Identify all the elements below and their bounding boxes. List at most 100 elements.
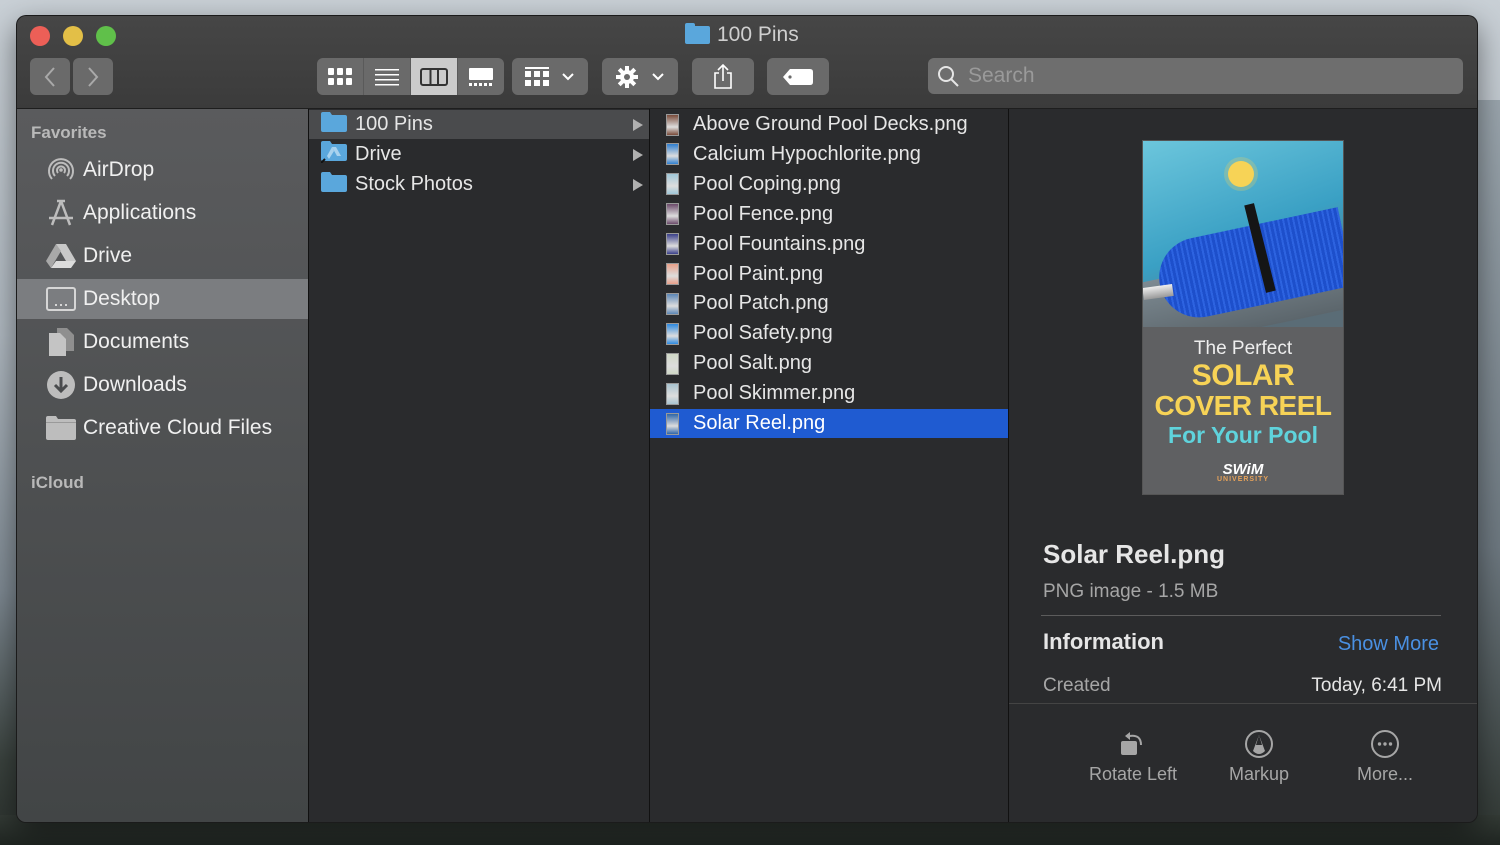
file-column: Above Ground Pool Decks.png Calcium Hypoc… [650,109,1009,822]
file-thumbnail-icon [666,382,679,405]
file-row[interactable]: Pool Safety.png [650,319,1008,348]
file-label: Solar Reel.png [693,412,826,434]
sidebar-item-label: Creative Cloud Files [83,416,273,439]
sidebar-item-downloads[interactable]: Downloads [17,365,308,405]
file-thumbnail-icon [666,233,679,256]
sidebar-item-label: Desktop [83,287,161,310]
list-icon [375,68,399,85]
drive-alias-folder-icon [320,140,347,169]
folder-row-stock-photos[interactable]: Stock Photos [309,170,649,199]
window-title-text: 100 Pins [717,23,799,46]
folder-row-100-pins[interactable]: 100 Pins [309,110,649,139]
tag-icon [783,68,813,85]
search-icon [938,66,959,87]
file-label: Pool Safety.png [693,322,833,345]
back-button[interactable] [30,58,70,95]
search-field[interactable] [928,58,1463,94]
file-thumbnail-icon [666,412,679,435]
gear-icon [616,65,638,88]
titlebar: 100 Pins [17,16,1477,109]
folder-icon [685,23,710,44]
file-row[interactable]: Calcium Hypochlorite.png [650,140,1008,169]
file-thumbnail-icon [666,203,679,226]
swim-university-logo: SWiM UNIVERSITY [1143,461,1343,483]
airdrop-icon [45,154,77,186]
file-row[interactable]: Pool Salt.png [650,349,1008,378]
preview-kind: PNG image - 1.5 MB [1043,581,1219,602]
sidebar-item-documents[interactable]: Documents [17,322,308,362]
file-row[interactable]: Pool Coping.png [650,170,1008,199]
file-row[interactable]: Solar Reel.png [650,409,1008,438]
file-label: Pool Coping.png [693,172,841,195]
file-thumbnail-icon [666,113,679,136]
file-label: Pool Paint.png [693,262,824,285]
file-label: Pool Fence.png [693,202,834,225]
logo-subtext: UNIVERSITY [1216,476,1269,483]
sidebar-item-applications[interactable]: Applications [17,193,308,233]
sidebar-item-drive[interactable]: Drive [17,236,308,276]
chevron-left-icon [44,66,55,87]
window-title: 100 Pins [685,23,799,47]
sidebar-section-favorites: Favorites [31,123,107,142]
action-label: More... [1356,764,1413,784]
more-button[interactable]: More... [1315,724,1455,785]
markup-button[interactable]: Markup [1189,724,1329,785]
more-icon [1370,724,1400,764]
sidebar-item-label: Applications [83,201,197,224]
sidebar-item-airdrop[interactable]: AirDrop [17,150,308,190]
column-view-button[interactable] [411,58,458,95]
preview-image-line1: The Perfect [1193,338,1293,359]
folder-label: 100 Pins [355,113,433,135]
sidebar-item-creative-cloud-files[interactable]: Creative Cloud Files [17,408,308,448]
markup-icon [1244,724,1274,764]
file-thumbnail-icon [666,322,679,345]
file-row[interactable]: Above Ground Pool Decks.png [650,110,1008,139]
search-input[interactable] [966,63,1450,89]
folder-icon [45,412,77,444]
share-button[interactable] [692,58,754,95]
tags-button[interactable] [767,58,829,95]
preview-image-line3: COVER REEL [1154,390,1332,421]
action-label: Rotate Left [1088,764,1178,784]
file-label: Pool Patch.png [693,292,829,315]
list-view-button[interactable] [364,58,411,95]
file-row[interactable]: Pool Paint.png [650,260,1008,289]
file-thumbnail-icon [666,263,679,285]
folder-row-drive[interactable]: Drive [309,140,649,169]
file-label: Pool Skimmer.png [693,382,856,405]
folder-column: 100 Pins Drive Stock Photos [309,109,650,822]
sidebar-item-label: AirDrop [83,158,155,181]
preview-pane: The Perfect SOLAR COVER REEL For Your Po… [1009,109,1477,822]
folder-label: Drive [355,143,402,165]
action-button[interactable] [602,58,678,95]
preview-image-line2: SOLAR [1191,359,1295,392]
file-row[interactable]: Pool Fence.png [650,200,1008,229]
finder-window: 100 Pins Search Favorites AirDrop Applic… [17,16,1477,822]
file-thumbnail-icon [666,173,679,196]
columns-icon [420,67,448,86]
google-drive-icon [45,240,77,272]
applications-icon [45,197,77,229]
file-row[interactable]: Pool Patch.png [650,289,1008,318]
close-button[interactable] [30,26,50,46]
rotate-left-button[interactable]: Rotate Left [1063,724,1203,785]
file-row[interactable]: Pool Fountains.png [650,230,1008,259]
sidebar-item-desktop[interactable]: Desktop [17,279,308,319]
minimize-button[interactable] [63,26,83,46]
group-by-button[interactable] [512,58,588,95]
folder-icon [321,171,347,198]
file-row[interactable]: Pool Skimmer.png [650,379,1008,408]
sun-graphic [1228,161,1254,187]
documents-icon [45,326,77,358]
forward-button[interactable] [73,58,113,95]
icon-view-button[interactable] [317,58,364,95]
maximize-button[interactable] [96,26,116,46]
preview-image-line4: For Your Pool [1168,422,1318,448]
sidebar-item-label: Drive [83,244,133,267]
file-label: Calcium Hypochlorite.png [693,142,921,165]
gallery-view-button[interactable] [458,58,504,95]
chevron-down-icon [562,72,574,80]
show-more-link[interactable]: Show More [1338,633,1439,656]
file-label: Pool Salt.png [693,352,812,375]
created-value: Today, 6:41 PM [1311,675,1442,696]
